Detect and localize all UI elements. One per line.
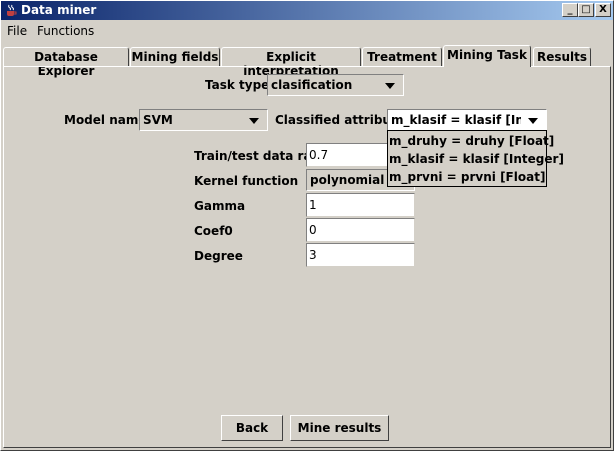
title-bar[interactable]: Data miner _ □ X: [1, 1, 613, 20]
gamma-input[interactable]: 1: [306, 193, 415, 217]
window-title: Data miner: [21, 3, 97, 17]
tab-results[interactable]: Results: [533, 47, 591, 67]
coef0-input[interactable]: 0: [306, 218, 415, 242]
dropdown-option[interactable]: m_druhy = druhy [Float]: [389, 134, 554, 148]
classified-attribute-label: Classified attribute: [275, 113, 405, 127]
kernel-function-label: Kernel function: [194, 174, 299, 188]
kernel-function-value: polynomial: [310, 173, 385, 187]
close-button[interactable]: X: [595, 3, 611, 17]
coef0-label: Coef0: [194, 224, 233, 238]
classified-attribute-value: m_klasif = klasif [Inte...: [391, 113, 521, 127]
chevron-down-icon: [249, 118, 259, 124]
menu-functions[interactable]: Functions: [37, 24, 94, 38]
menu-bar: File Functions: [1, 21, 613, 42]
tab-treatment[interactable]: Treatment: [362, 47, 442, 67]
back-button[interactable]: Back: [221, 415, 283, 441]
menu-file[interactable]: File: [7, 24, 27, 38]
dropdown-option[interactable]: m_prvni = prvni [Float]: [389, 170, 545, 184]
java-cup-icon: [7, 4, 17, 16]
classified-attribute-select[interactable]: m_klasif = klasif [Inte...: [387, 109, 547, 131]
task-type-value: clasification: [271, 78, 353, 92]
tab-explicit-interpretation[interactable]: Explicit interpretation: [221, 47, 361, 78]
classified-attribute-dropdown: m_druhy = druhy [Float] m_klasif = klasi…: [387, 130, 564, 187]
task-type-label: Task type: [205, 78, 270, 92]
maximize-button[interactable]: □: [578, 3, 594, 17]
dropdown-option[interactable]: m_klasif = klasif [Integer]: [389, 152, 564, 166]
model-name-select[interactable]: SVM: [139, 109, 268, 131]
minimize-button[interactable]: _: [562, 3, 578, 17]
train-test-ratio-label: Train/test data ratio: [194, 149, 306, 163]
mine-results-button[interactable]: Mine results: [290, 415, 389, 441]
model-name-value: SVM: [143, 113, 173, 127]
model-name-label: Model name: [64, 113, 147, 127]
tab-mining-task[interactable]: Mining Task: [443, 45, 531, 67]
app-window: Data miner _ □ X File Functions Database…: [0, 0, 614, 451]
chevron-down-icon: [528, 118, 538, 124]
tab-database-explorer[interactable]: Database Explorer: [3, 47, 129, 78]
task-type-select[interactable]: clasification: [267, 74, 404, 96]
tab-mining-fields[interactable]: Mining fields: [130, 47, 220, 67]
degree-input[interactable]: 3: [306, 243, 415, 267]
degree-label: Degree: [194, 249, 243, 263]
tab-strip: Database Explorer Mining fields Explicit…: [1, 45, 613, 78]
gamma-label: Gamma: [194, 199, 246, 213]
chevron-down-icon: [385, 83, 395, 89]
